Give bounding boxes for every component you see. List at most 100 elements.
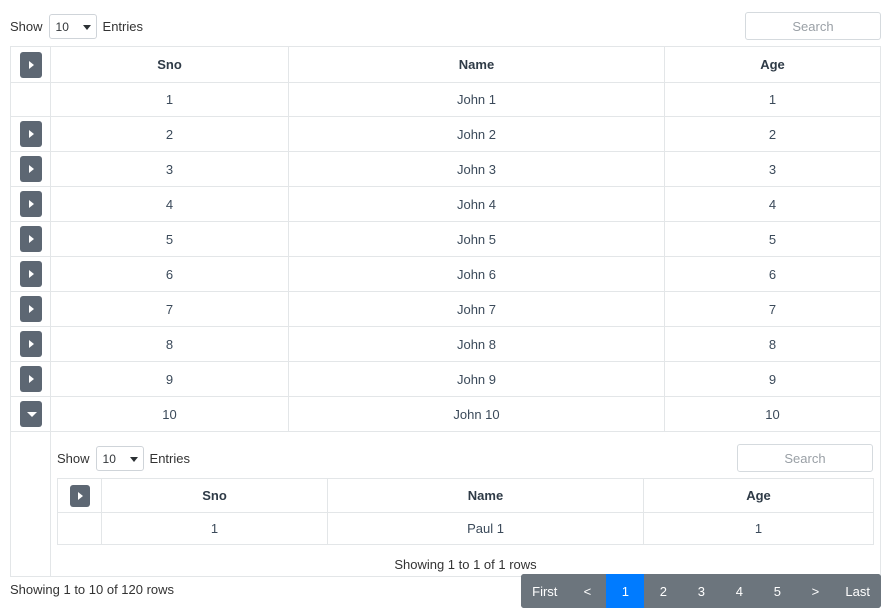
caret-right-glyph [28, 305, 34, 313]
column-header-age[interactable]: Age [664, 46, 881, 83]
detail-cell-age: 1 [643, 512, 874, 545]
entries-label: Entries [102, 19, 143, 34]
cell-sno: 8 [50, 326, 289, 362]
pagination-page-1[interactable]: 1 [606, 574, 645, 608]
cell-sno: 2 [50, 116, 289, 152]
chevron-down-icon [82, 24, 91, 30]
detail-row-spacer [10, 431, 51, 577]
pagination-first-button[interactable]: First [521, 574, 569, 608]
cell-age: 2 [664, 116, 881, 152]
expand-row-icon[interactable] [19, 226, 42, 252]
pagination-page-4[interactable]: 4 [720, 574, 759, 608]
pagination-page-2[interactable]: 2 [644, 574, 683, 608]
column-header-sno[interactable]: Sno [50, 46, 289, 83]
row-toggle-cell [10, 256, 51, 292]
expand-row-icon[interactable] [19, 121, 42, 147]
table-row: 9 John 9 9 [10, 361, 881, 397]
expand-row-icon[interactable] [19, 366, 42, 392]
row-toggle-cell [10, 116, 51, 152]
detail-table-header-row: Sno Name Age [57, 478, 874, 513]
detail-toggle-column-header [57, 478, 102, 513]
pagination-last-button[interactable]: Last [834, 574, 881, 608]
main-table-body: 1 John 1 1 2 John 2 2 3 John 3 3 4 John … [10, 82, 881, 577]
table-row: 7 John 7 7 [10, 291, 881, 327]
table-row: 1 Paul 1 1 [57, 512, 874, 545]
cell-sno: 10 [50, 396, 289, 432]
detail-column-header-sno[interactable]: Sno [101, 478, 328, 513]
caret-right-icon[interactable] [69, 484, 90, 507]
detail-row-toggle-cell [57, 512, 102, 545]
caret-down-glyph [26, 412, 37, 417]
detail-column-header-age[interactable]: Age [643, 478, 874, 513]
column-header-name[interactable]: Name [288, 46, 665, 83]
expand-row-icon[interactable] [19, 191, 42, 217]
table-header-row: Sno Name Age [10, 46, 881, 83]
caret-right-glyph [28, 340, 34, 348]
expand-row-icon[interactable] [19, 261, 42, 287]
row-toggle-cell [10, 291, 51, 327]
table-row-expanded: 10 John 10 10 [10, 396, 881, 432]
detail-row-content: Show 10 Entries Search Sno Name Age 1 Pa… [50, 431, 881, 577]
caret-right-glyph [28, 60, 34, 69]
detail-search-input[interactable] [737, 444, 873, 472]
table-row: 2 John 2 2 [10, 116, 881, 152]
cell-name: John 4 [288, 186, 665, 222]
status-text: Showing 1 to 10 of 120 rows [10, 582, 175, 597]
table-page: Show 10 Entries Sno [0, 0, 891, 614]
chevron-down-icon [129, 456, 138, 462]
cell-sno: 3 [50, 151, 289, 187]
row-toggle-cell [10, 151, 51, 187]
cell-age: 1 [664, 82, 881, 117]
cell-sno: 5 [50, 221, 289, 257]
cell-age: 3 [664, 151, 881, 187]
expand-row-icon[interactable] [19, 296, 42, 322]
cell-age: 7 [664, 291, 881, 327]
cell-sno: 4 [50, 186, 289, 222]
cell-age: 6 [664, 256, 881, 292]
pagination-page-5[interactable]: 5 [758, 574, 797, 608]
table-row: 8 John 8 8 [10, 326, 881, 362]
expand-row-icon[interactable] [19, 156, 42, 182]
main-toolbar: Show 10 Entries [0, 0, 891, 46]
table-footer: Showing 1 to 10 of 120 rows First < 1 2 … [0, 568, 891, 614]
caret-right-icon[interactable] [19, 51, 42, 78]
cell-name: John 9 [288, 361, 665, 397]
search-input[interactable] [745, 12, 881, 40]
table-row: 6 John 6 6 [10, 256, 881, 292]
expand-row-icon[interactable] [19, 331, 42, 357]
cell-name: John 3 [288, 151, 665, 187]
page-size-select[interactable]: 10 [48, 14, 97, 39]
cell-name: John 1 [288, 82, 665, 117]
cell-sno: 6 [50, 256, 289, 292]
cell-sno: 7 [50, 291, 289, 327]
cell-sno: 9 [50, 361, 289, 397]
cell-age: 10 [664, 396, 881, 432]
caret-right-glyph [28, 130, 34, 138]
cell-name: John 2 [288, 116, 665, 152]
table-row: 4 John 4 4 [10, 186, 881, 222]
detail-page-size-select[interactable]: 10 [95, 446, 144, 471]
collapse-row-icon[interactable] [19, 401, 42, 427]
cell-age: 8 [664, 326, 881, 362]
pagination-next-button[interactable]: > [796, 574, 835, 608]
caret-right-glyph [28, 200, 34, 208]
row-toggle-cell [10, 186, 51, 222]
detail-row: Show 10 Entries Search Sno Name Age 1 Pa… [10, 431, 881, 577]
pagination-page-3[interactable]: 3 [682, 574, 721, 608]
caret-right-glyph [28, 165, 34, 173]
main-table: Sno Name Age 1 John 1 1 2 John 2 2 3 Joh… [10, 46, 881, 577]
detail-panel: Show 10 Entries Search Sno Name Age 1 Pa… [57, 436, 874, 572]
detail-column-header-name[interactable]: Name [327, 478, 644, 513]
row-toggle-cell [10, 396, 51, 432]
cell-age: 5 [664, 221, 881, 257]
caret-right-glyph [28, 235, 34, 243]
row-toggle-cell [10, 326, 51, 362]
page-size-value: 10 [55, 19, 69, 34]
main-table-wrap: Sno Name Age 1 John 1 1 2 John 2 2 3 Joh… [0, 46, 891, 577]
cell-age: 9 [664, 361, 881, 397]
pagination-prev-button[interactable]: < [568, 574, 607, 608]
cell-age: 4 [664, 186, 881, 222]
cell-name: John 6 [288, 256, 665, 292]
row-toggle-cell [10, 221, 51, 257]
pagination: First < 1 2 3 4 5 > Last [521, 574, 881, 608]
